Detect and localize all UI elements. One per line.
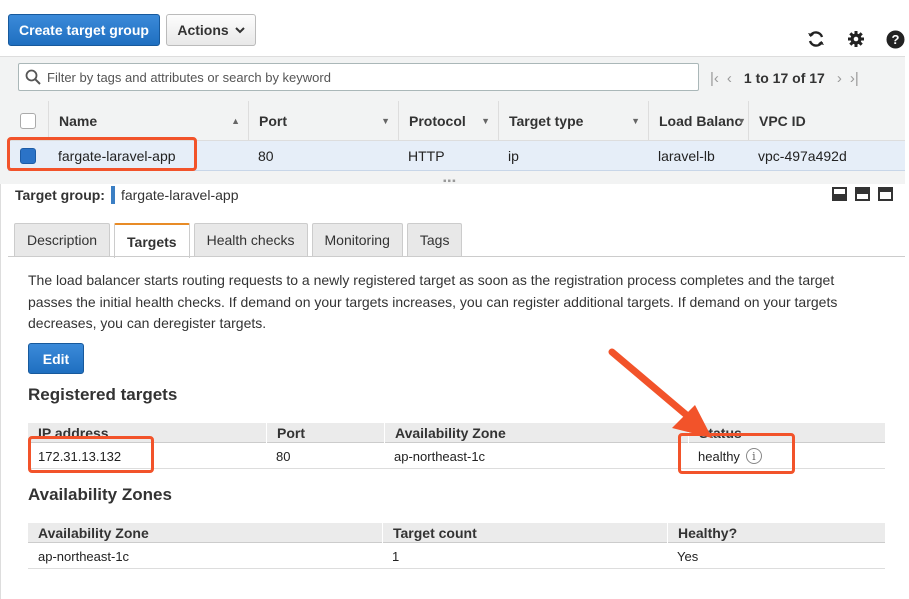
tab-tags[interactable]: Tags (406, 223, 463, 256)
panel-resize-handle[interactable]: ▪▪▪ (443, 176, 457, 187)
create-target-group-button[interactable]: Create target group (8, 14, 160, 46)
tab-health-checks[interactable]: Health checks (193, 223, 308, 256)
target-status: healthy (698, 448, 740, 464)
column-header-zone: Availability Zone (38, 525, 149, 541)
row-checkbox-cell (8, 141, 48, 171)
row-load-balancer: laravel-lb (658, 148, 715, 164)
row-port: 80 (258, 148, 274, 164)
registered-targets-title: Registered targets (28, 385, 178, 404)
table-row: 172.31.13.132 80 ap-northeast-1c healthy… (28, 443, 885, 469)
actions-dropdown-button[interactable]: Actions (166, 14, 256, 46)
sort-icon: ▼ (737, 116, 746, 126)
info-icon[interactable]: i (745, 448, 762, 464)
actions-label: Actions (177, 22, 229, 38)
column-header-port: Port (266, 423, 384, 443)
svg-text:?: ? (891, 32, 899, 47)
target-port: 80 (276, 448, 291, 464)
last-page-icon[interactable]: ›| (850, 70, 859, 87)
registered-targets-table: IP address Port Availability Zone Status… (28, 423, 885, 469)
availability-zones-table: Availability Zone Target count Healthy? … (28, 523, 885, 569)
column-header-status: Status (688, 423, 885, 443)
column-header-target-count: Target count (382, 523, 667, 543)
prev-page-icon[interactable]: ‹ (727, 70, 732, 87)
column-header-zone: Availability Zone (384, 423, 688, 443)
next-page-icon[interactable]: › (837, 70, 842, 87)
row-vpc-id: vpc-497a492d (758, 148, 847, 164)
table-row[interactable]: fargate-laravel-app 80 HTTP ip laravel-l… (8, 141, 905, 171)
target-status-cell: healthy i (688, 443, 885, 469)
first-page-icon[interactable]: |‹ (710, 70, 719, 87)
table-row: ap-northeast-1c 1 Yes (28, 543, 885, 569)
refresh-icon[interactable] (805, 28, 827, 50)
tab-targets[interactable]: Targets (114, 223, 190, 258)
search-icon (25, 69, 41, 85)
column-header-port[interactable]: Port ▼ (248, 101, 398, 141)
detail-label: Target group: (15, 187, 105, 203)
target-ip: 172.31.13.132 (38, 448, 122, 464)
help-icon[interactable]: ? (884, 28, 906, 50)
edit-button[interactable]: Edit (28, 343, 84, 374)
select-all-checkbox[interactable] (20, 113, 36, 129)
registered-targets-header: IP address Port Availability Zone Status (28, 423, 885, 443)
row-protocol: HTTP (408, 148, 445, 164)
page-range: 1 to 17 of 17 (743, 70, 825, 86)
table-header: Name ▲ Port ▼ Protocol ▼ Target type ▼ Load … (8, 101, 905, 141)
column-header-ip: IP address (38, 425, 109, 441)
filter-box[interactable] (18, 63, 699, 91)
row-name: fargate-laravel-app (58, 148, 176, 164)
az-target-count: 1 (392, 548, 400, 564)
sort-icon: ▼ (381, 116, 390, 126)
column-header-name[interactable]: Name ▲ (48, 101, 248, 141)
availability-zones-header: Availability Zone Target count Healthy? (28, 523, 885, 543)
column-header-target-type[interactable]: Target type ▼ (498, 101, 648, 141)
az-zone: ap-northeast-1c (38, 548, 130, 564)
layout-split-icon[interactable] (855, 187, 870, 201)
pagination: |‹ ‹ 1 to 17 of 17 › ›| (710, 66, 859, 90)
target-groups-panel: |‹ ‹ 1 to 17 of 17 › ›| Name▲ Port▼ Prot… (0, 56, 905, 184)
chevron-down-icon (234, 26, 245, 33)
sort-icon: ▼ (481, 116, 490, 126)
tab-description[interactable]: Description (14, 223, 111, 256)
row-target-type: ip (508, 148, 519, 164)
column-header-load-balancer[interactable]: Load Balanc ▼ (648, 101, 748, 141)
tab-monitoring[interactable]: Monitoring (311, 223, 403, 256)
column-header-vpc-id[interactable]: VPC ID (748, 101, 905, 141)
sort-icon: ▼ (631, 116, 640, 126)
column-header-healthy: Healthy? (667, 523, 885, 543)
availability-zones-title: Availability Zones (28, 485, 172, 504)
sort-asc-icon: ▲ (231, 116, 240, 126)
detail-name: fargate-laravel-app (120, 187, 239, 203)
row-checkbox[interactable] (20, 148, 36, 164)
target-zone: ap-northeast-1c (394, 448, 486, 464)
color-marker (110, 186, 115, 204)
layout-top-icon[interactable] (878, 187, 893, 201)
gear-icon[interactable] (845, 28, 867, 50)
az-healthy: Yes (677, 548, 699, 564)
select-all-cell (8, 101, 48, 141)
targets-description: The load balancer starts routing request… (28, 272, 838, 331)
detail-title: Target group: fargate-laravel-app (15, 186, 238, 204)
column-header-protocol[interactable]: Protocol ▼ (398, 101, 498, 141)
filter-input[interactable] (47, 69, 667, 85)
toolbar: Create target group Actions ? (0, 0, 909, 56)
detail-tabs: Description Targets Health checks Monito… (14, 223, 463, 258)
layout-bottom-icon[interactable] (832, 187, 847, 201)
layout-toggle-group (832, 187, 893, 201)
